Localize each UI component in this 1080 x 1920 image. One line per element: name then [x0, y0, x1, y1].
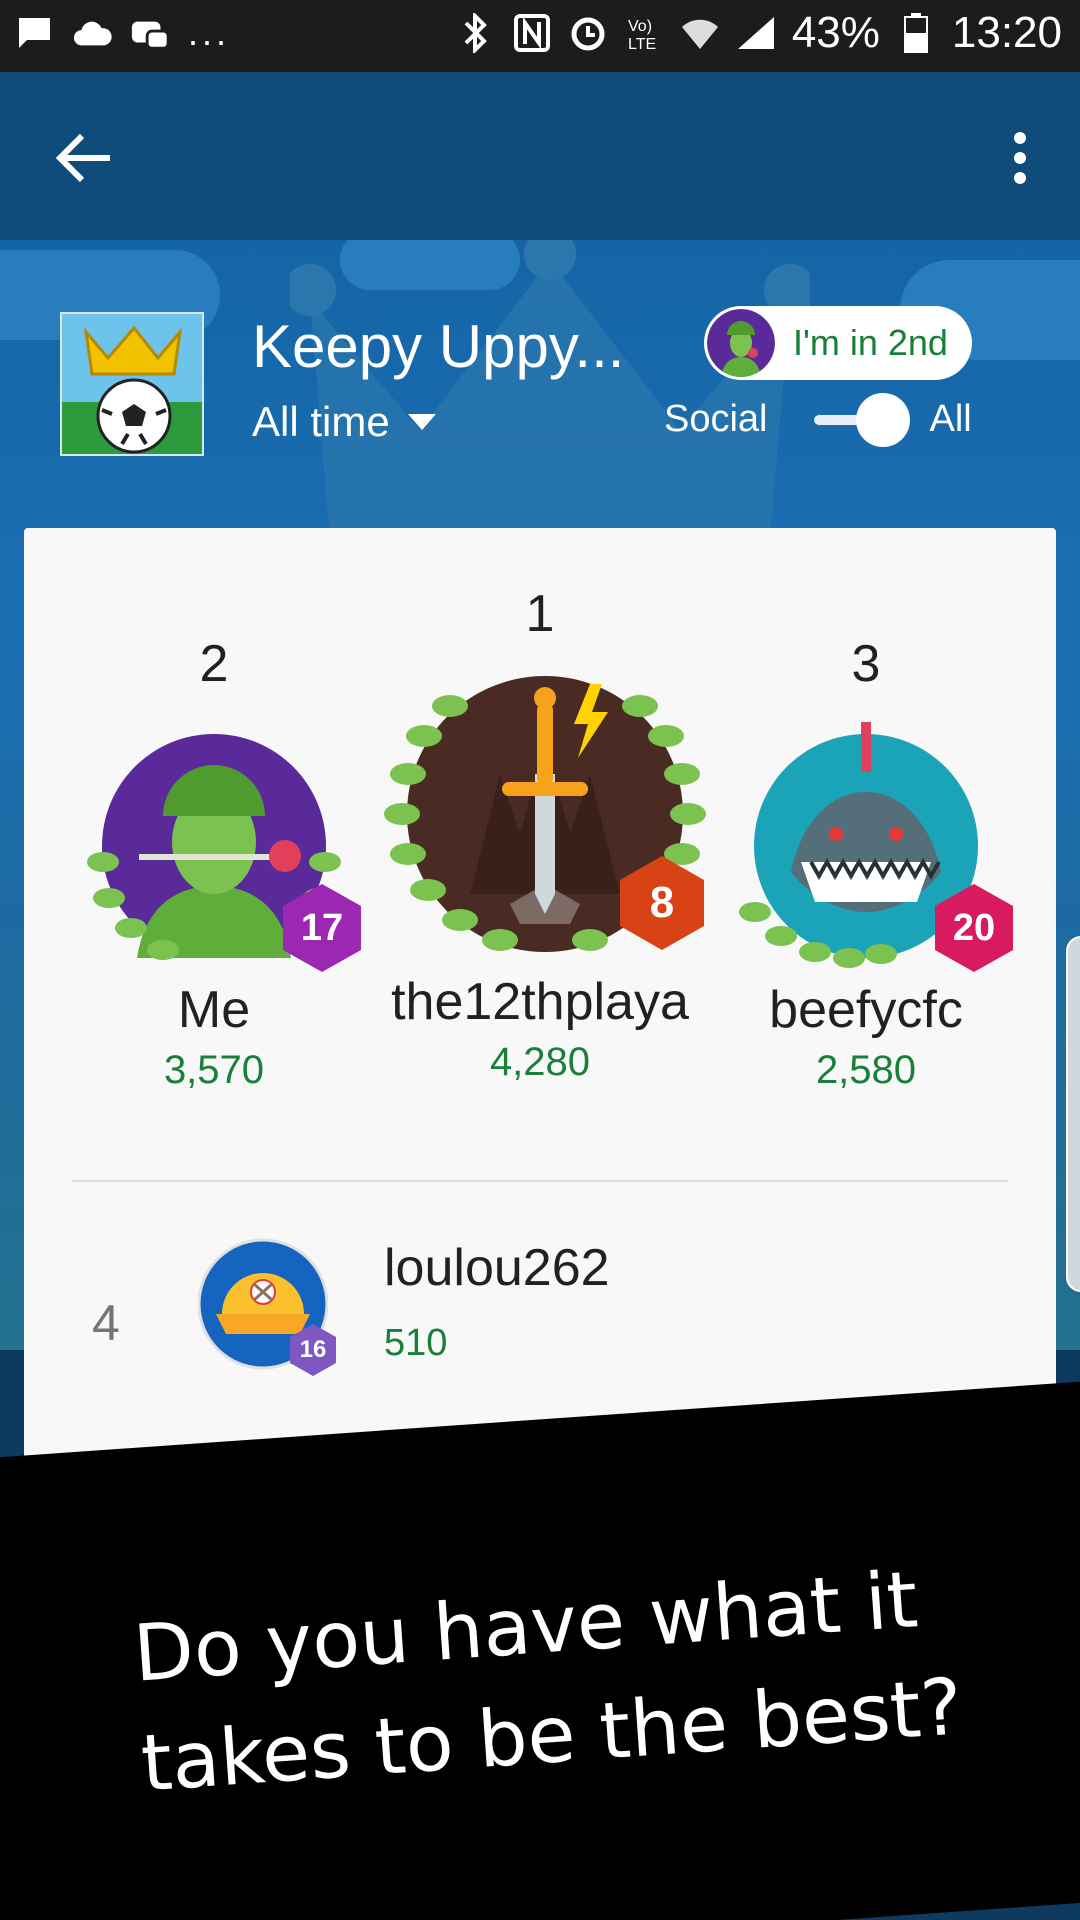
edge-panel-handle[interactable]: [1066, 936, 1080, 1292]
wifi-icon: [680, 13, 720, 53]
player-name: beefycfc: [769, 981, 963, 1039]
more-vert-icon: [1014, 132, 1026, 184]
divider: [72, 1180, 1008, 1182]
game-title: Keepy Uppy...: [252, 313, 625, 380]
arrow-back-icon: [55, 133, 110, 183]
toggle-label-all: All: [929, 398, 972, 440]
social-all-toggle: Social All: [664, 392, 972, 447]
signal-icon: [736, 13, 776, 53]
nfc-icon: [512, 13, 552, 53]
time-filter-label: All time: [252, 398, 390, 445]
podium-entry-2[interactable]: 2 17 Me 3,570: [54, 634, 374, 1093]
game-icon: [60, 312, 204, 456]
battery-percent: 43%: [791, 8, 880, 57]
volte-icon: Vo) LTE: [624, 13, 664, 53]
player-score: 3,570: [163, 1048, 265, 1092]
level-badge: 20: [935, 884, 1013, 972]
player-avatar: 17: [79, 722, 361, 972]
player-name: loulou262: [384, 1239, 610, 1297]
more-notifications: ...: [188, 12, 231, 53]
toggle-switch[interactable]: [813, 392, 910, 447]
dropdown-arrow-icon: [407, 414, 436, 430]
game-controller-icon: [130, 13, 170, 53]
more-options-button[interactable]: [990, 128, 1050, 188]
cloud-icon: [72, 13, 112, 53]
level-badge: 17: [283, 884, 361, 972]
podium-entry-3[interactable]: 3 20 beefycfc 2,580: [706, 634, 1026, 1093]
rank-number: 4: [92, 1295, 120, 1351]
my-rank-label: I'm in 2nd: [793, 322, 948, 363]
level-badge: 8: [620, 856, 704, 950]
clock: 13:20: [951, 8, 1062, 57]
rank-number: 3: [851, 635, 881, 693]
my-rank-chip[interactable]: I'm in 2nd: [704, 306, 972, 380]
rank-number: 2: [199, 635, 229, 693]
rank-number: 1: [525, 585, 555, 643]
status-bar: ... Vo) LTE 43% 13:20: [0, 0, 1080, 72]
alarm-icon: [568, 13, 608, 53]
podium-entry-1[interactable]: 1 8 the12thplaya 4,280: [380, 584, 706, 1085]
app-bar: [0, 72, 1080, 240]
message-icon: [14, 13, 54, 53]
toggle-thumb[interactable]: [855, 392, 910, 447]
time-filter-dropdown[interactable]: All time: [252, 398, 436, 446]
battery-icon: [896, 13, 936, 53]
bluetooth-icon: [456, 13, 496, 53]
svg-text:LTE: LTE: [628, 36, 656, 53]
player-score: 510: [384, 1322, 448, 1364]
player-name: Me: [177, 981, 251, 1039]
svg-text:Vo): Vo): [628, 18, 652, 35]
toggle-label-social: Social: [664, 398, 768, 440]
player-avatar: 20: [731, 722, 1013, 972]
soldier-avatar-icon: [707, 309, 775, 377]
back-button[interactable]: [50, 128, 120, 188]
player-avatar: 8: [380, 664, 710, 964]
player-score: 4,280: [489, 1040, 591, 1084]
level-badge: 16: [290, 1324, 336, 1376]
player-score: 2,580: [815, 1048, 917, 1092]
player-avatar: 16: [197, 1236, 336, 1376]
player-name: the12thplaya: [391, 973, 689, 1031]
